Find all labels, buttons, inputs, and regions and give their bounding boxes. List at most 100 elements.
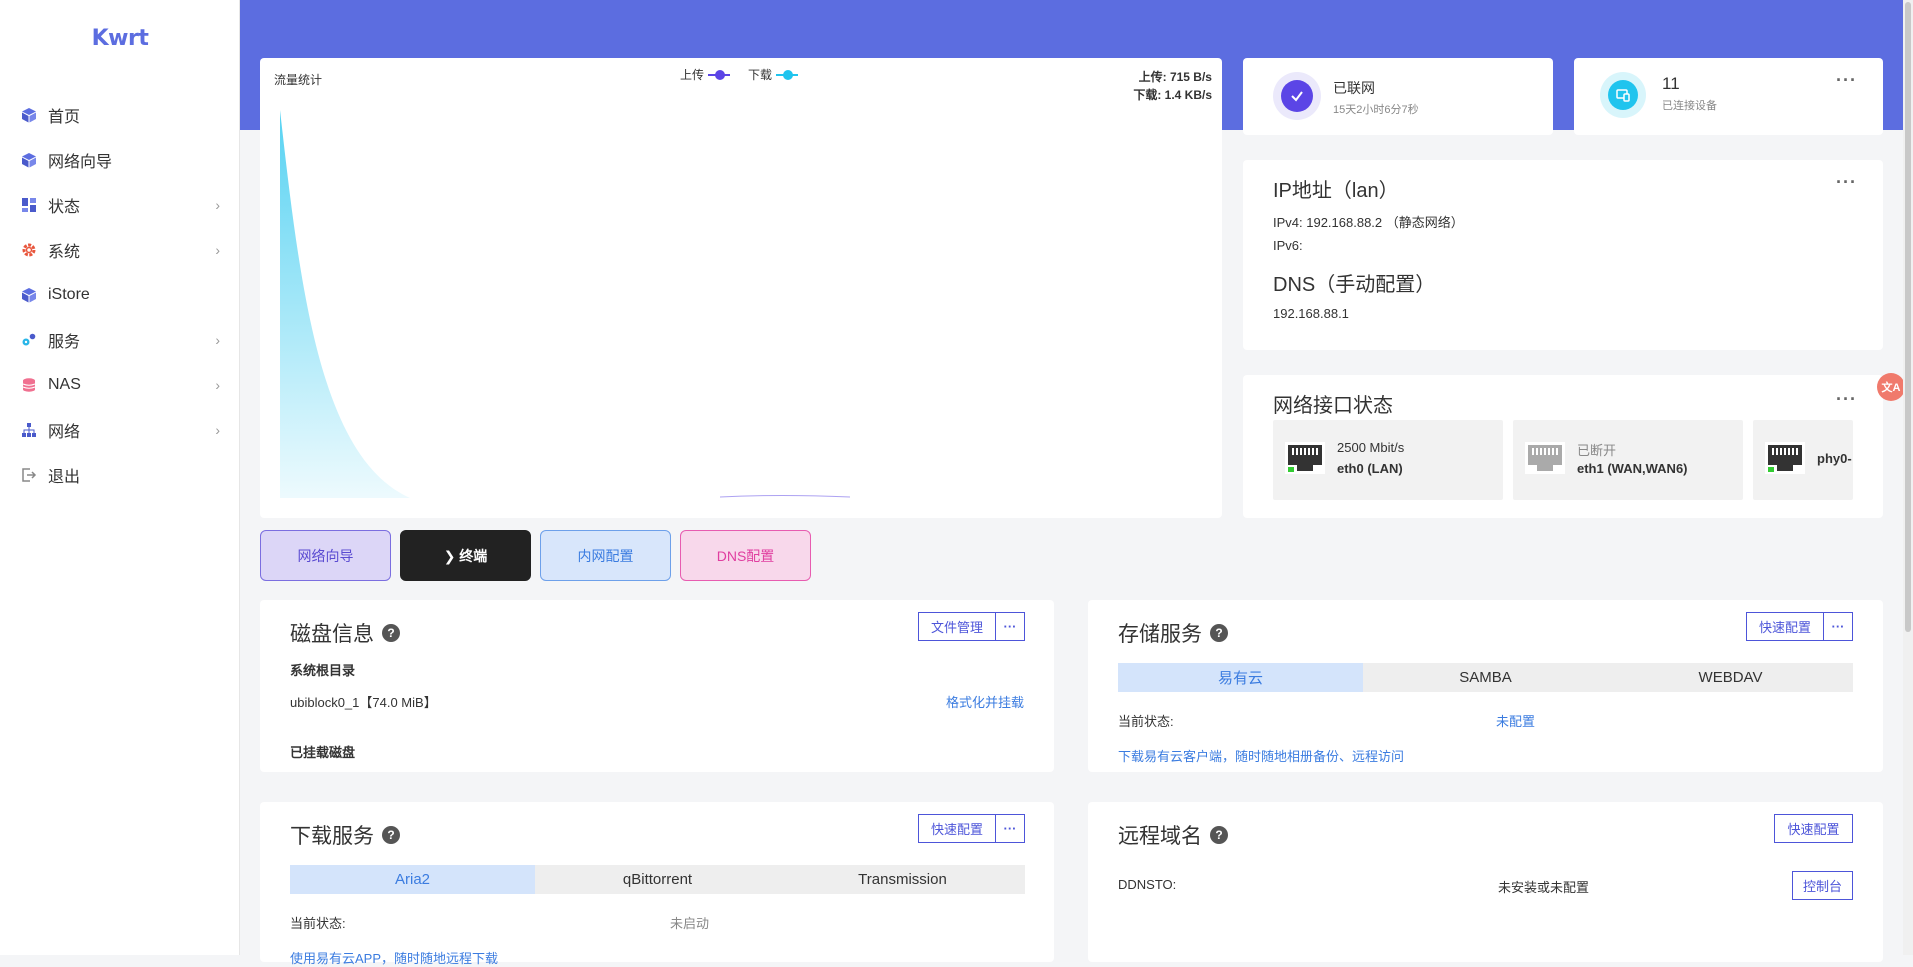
root-value: ubiblock0_1【74.0 MiB】 [290, 695, 437, 710]
sidebar-item-services[interactable]: 服务 › [0, 317, 240, 362]
ip-title: IP地址（lan） [1273, 180, 1399, 202]
console-button[interactable]: 控制台 [1792, 871, 1853, 900]
more-icon[interactable]: ··· [1836, 172, 1857, 193]
help-icon[interactable]: ? [382, 624, 400, 642]
devices-icon [1608, 80, 1638, 110]
download-series-area [280, 110, 410, 498]
download-title-row: 下载服务 ? [290, 820, 400, 850]
sidebar-item-label: 状态 [48, 198, 81, 216]
cube-icon [20, 106, 38, 124]
quick-terminal-button[interactable]: ❯ 终端 [400, 530, 531, 581]
download-status-label: 当前状态: [290, 916, 346, 931]
more-button[interactable]: ··· [1823, 612, 1853, 641]
sidebar-nav: 首页 网络向导 状态 › 系统 › iStore 服务 › NAS › 网络 ›… [0, 92, 240, 497]
tab-transmission[interactable]: Transmission [780, 865, 1025, 894]
sidebar-item-network-wizard[interactable]: 网络向导 [0, 137, 240, 182]
format-mount-link[interactable]: 格式化并挂载 [946, 692, 1024, 711]
sidebar-item-status[interactable]: 状态 › [0, 182, 240, 227]
interface-status-card: 网络接口状态 ··· [1243, 375, 1883, 518]
iface-title: 网络接口状态 [1273, 395, 1393, 417]
quick-lan-config-button[interactable]: 内网配置 [540, 530, 671, 581]
traffic-plot [280, 110, 851, 498]
services-icon [20, 331, 38, 349]
devices-label: 已连接设备 [1662, 100, 1717, 112]
more-button[interactable]: ··· [995, 814, 1025, 843]
sidebar-item-label: 系统 [48, 243, 81, 261]
storage-service-card: 存储服务 ? 快速配置 ··· 易有云 SAMBA WEBDAV 当前状态: 未… [1088, 600, 1883, 772]
more-icon[interactable]: ··· [1836, 389, 1857, 410]
scrollbar-thumb[interactable] [1905, 2, 1911, 632]
storage-download-link[interactable]: 下载易有云客户端，随时随地相册备份、远程访问 [1118, 746, 1404, 765]
dns-title: DNS（手动配置） [1273, 274, 1436, 296]
uptime: 15天2小时6分7秒 [1333, 104, 1419, 116]
tab-aria2[interactable]: Aria2 [290, 865, 535, 894]
tab-samba[interactable]: SAMBA [1363, 663, 1608, 692]
more-icon[interactable]: ··· [1836, 70, 1857, 91]
tab-yiyouyun[interactable]: 易有云 [1118, 663, 1363, 692]
download-status-value: 未启动 [670, 916, 710, 931]
sidebar-item-istore[interactable]: iStore [0, 272, 240, 317]
ipv6-value: IPv6: [1273, 238, 1303, 253]
devices-card: 11 已连接设备 ··· [1574, 58, 1883, 135]
sidebar-item-label: 网络 [48, 423, 81, 441]
translate-icon[interactable]: 文A [1877, 373, 1905, 401]
status-icon-wrap [1273, 72, 1321, 120]
chevron-right-icon: › [215, 422, 220, 438]
sidebar-item-home[interactable]: 首页 [0, 92, 240, 137]
sidebar-item-label: 服务 [48, 333, 81, 351]
storage-status-value[interactable]: 未配置 [1496, 711, 1535, 730]
help-icon[interactable]: ? [1210, 826, 1228, 844]
ip-address-card: IP地址（lan） IPv4: 192.168.88.2 （静态网络） IPv6… [1243, 160, 1883, 350]
sidebar-item-logout[interactable]: 退出 [0, 452, 240, 497]
brand-logo[interactable]: Kwrt [0, 26, 240, 51]
storage-title: 存储服务 [1118, 623, 1202, 646]
help-icon[interactable]: ? [1210, 624, 1228, 642]
dashboard-icon [20, 196, 38, 214]
database-icon [20, 376, 38, 394]
download-tabs: Aria2 qBittorrent Transmission [290, 865, 1025, 894]
storage-tabs: 易有云 SAMBA WEBDAV [1118, 663, 1853, 692]
more-button[interactable]: ··· [995, 612, 1025, 641]
quick-config-button[interactable]: 快速配置 [1746, 612, 1824, 641]
disk-title-row: 磁盘信息 ? [290, 618, 400, 648]
chevron-right-icon: › [215, 332, 220, 348]
remote-domain-card: 远程域名 ? 快速配置 DDNSTO: 未安装或未配置 控制台 [1088, 802, 1883, 962]
mounted-label: 已挂载磁盘 [290, 745, 356, 760]
quick-network-wizard-button[interactable]: 网络向导 [260, 530, 391, 581]
network-icon [20, 421, 38, 439]
disk-title: 磁盘信息 [290, 623, 374, 646]
quick-config-button[interactable]: 快速配置 [918, 814, 996, 843]
scrollbar[interactable] [1903, 0, 1913, 955]
quick-config-button[interactable]: 快速配置 [1774, 814, 1853, 843]
sidebar-item-network[interactable]: 网络 › [0, 407, 240, 452]
root-label: 系统根目录 [290, 663, 356, 678]
sidebar-item-system[interactable]: 系统 › [0, 227, 240, 272]
tab-qbittorrent[interactable]: qBittorrent [535, 865, 780, 894]
ddnsto-label: DDNSTO: [1118, 877, 1177, 892]
ddnsto-status: 未安装或未配置 [1498, 880, 1590, 895]
connection-status: 已联网 [1333, 80, 1375, 96]
storage-title-row: 存储服务 ? [1118, 618, 1228, 648]
file-manager-button[interactable]: 文件管理 [918, 612, 996, 641]
help-icon[interactable]: ? [382, 826, 400, 844]
remote-title-row: 远程域名 ? [1118, 820, 1228, 850]
quick-dns-config-button[interactable]: DNS配置 [680, 530, 811, 581]
tab-webdav[interactable]: WEBDAV [1608, 663, 1853, 692]
disk-info-card: 磁盘信息 ? 文件管理 ··· 系统根目录 ubiblock0_1【74.0 M… [260, 600, 1054, 772]
download-app-link[interactable]: 使用易有云APP，随时随地远程下载 [290, 948, 498, 967]
chevron-right-icon: › [215, 242, 220, 258]
dns-value: 192.168.88.1 [1273, 306, 1349, 321]
storage-status-label: 当前状态: [1118, 714, 1174, 729]
traffic-chart-card: 流量统计 上传 下载 上传: 715 B/s 下载: 1.4 KB/s [260, 58, 1222, 518]
logout-icon [20, 466, 38, 484]
gear-icon [20, 241, 38, 259]
sidebar-item-label: 首页 [48, 108, 81, 126]
sidebar-item-nas[interactable]: NAS › [0, 362, 240, 407]
devices-icon-wrap [1600, 72, 1646, 118]
sidebar-item-label: NAS [48, 375, 81, 393]
cube-icon [20, 286, 38, 304]
devices-count: 11 [1662, 74, 1680, 93]
chevron-right-icon: › [215, 377, 220, 393]
ipv4-value: IPv4: 192.168.88.2 （静态网络） [1273, 215, 1464, 230]
check-icon [1281, 80, 1313, 112]
